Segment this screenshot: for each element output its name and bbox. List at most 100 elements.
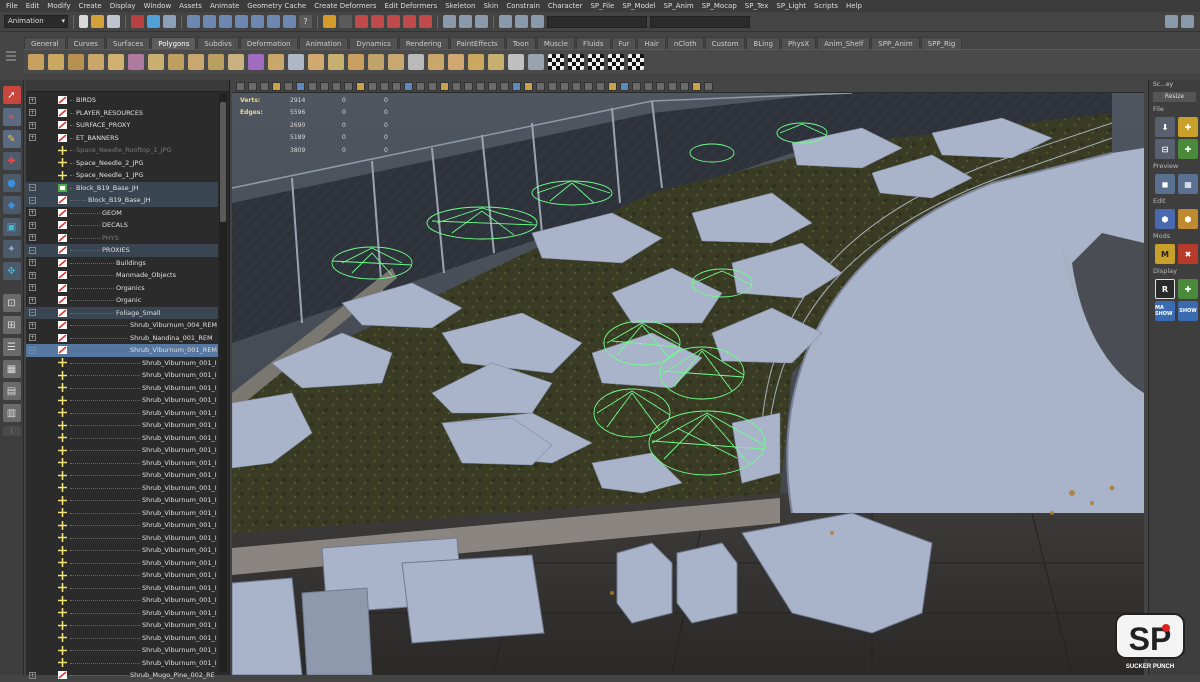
preview-cube-icon[interactable]: ◼ <box>1155 174 1175 194</box>
shelf-tool-icon[interactable] <box>288 53 304 70</box>
shelf-tool-icon[interactable] <box>608 53 624 70</box>
expand-toggle[interactable]: + <box>29 109 36 117</box>
expand-toggle[interactable] <box>29 509 36 516</box>
render-icon[interactable] <box>339 15 352 28</box>
outliner-row[interactable]: − Foliage_Small <box>26 306 218 319</box>
rotate-tool-icon[interactable]: ● <box>2 174 21 192</box>
reference-icon[interactable]: ⊟ <box>1155 139 1175 159</box>
expand-toggle[interactable] <box>29 397 36 404</box>
paint-select-icon[interactable]: ✎ <box>2 130 21 148</box>
shelf-tab[interactable]: Fluids <box>576 37 611 49</box>
shelf-tool-icon[interactable] <box>28 53 44 70</box>
panel-tool-icon[interactable] <box>488 81 497 91</box>
panel-tool-icon[interactable] <box>380 81 389 91</box>
shelf-tab[interactable]: Rendering <box>398 37 449 49</box>
shelf-tool-icon[interactable] <box>528 53 544 70</box>
layout-single-icon[interactable]: ⊡ <box>2 294 21 312</box>
outliner-row[interactable]: Shrub_Viburnum_001_I <box>26 619 218 632</box>
panel-tool-icon[interactable] <box>464 81 473 91</box>
expand-toggle[interactable] <box>29 534 36 541</box>
shelf-tool-icon[interactable] <box>308 53 324 70</box>
shelf-tool-icon[interactable] <box>408 53 424 70</box>
panel-tool-icon[interactable] <box>284 81 293 91</box>
panel-tool-icon[interactable] <box>248 81 257 91</box>
menu-item[interactable]: SP_Tex <box>741 2 773 10</box>
save-scene-icon[interactable] <box>107 15 120 28</box>
menu-item[interactable]: Scripts <box>810 2 842 10</box>
expand-toggle[interactable] <box>29 497 36 504</box>
viewport-3d[interactable]: Verts: 2914 0 0 Edges: 5596 0 0 2690 0 0 5189 0 0 3809… <box>232 93 1144 675</box>
panel-tool-icon[interactable] <box>620 81 629 91</box>
menu-item[interactable]: Create Deformers <box>310 2 380 10</box>
expand-toggle[interactable]: − <box>29 246 36 254</box>
shelf-tool-icon[interactable] <box>48 53 64 70</box>
shelf-tool-icon[interactable] <box>388 53 404 70</box>
shelf-tab[interactable]: Anim_Shelf <box>817 37 871 49</box>
panel-tool-icon[interactable] <box>440 81 449 91</box>
soft-mod-icon[interactable]: ✦ <box>2 240 21 258</box>
edit-sphere-icon[interactable]: ⬢ <box>1155 209 1175 229</box>
shelf-tab[interactable]: Surfaces <box>105 37 151 49</box>
preview-multi-icon[interactable]: ▦ <box>1178 174 1198 194</box>
panel-tool-icon[interactable] <box>344 81 353 91</box>
display-plus-icon[interactable]: ✚ <box>1178 279 1198 299</box>
expand-toggle[interactable] <box>29 434 36 441</box>
panel-tool-icon[interactable] <box>452 81 461 91</box>
panel-tool-icon[interactable] <box>428 81 437 91</box>
menu-item[interactable]: File <box>2 2 22 10</box>
expand-toggle[interactable] <box>29 472 36 479</box>
shelf-tab[interactable]: BLing <box>746 37 780 49</box>
panel-tool-icon[interactable] <box>572 81 581 91</box>
expand-toggle[interactable] <box>29 659 36 666</box>
shelf-grip[interactable] <box>0 36 22 76</box>
new-scene-icon[interactable] <box>79 15 88 28</box>
outliner-row[interactable]: Shrub_Viburnum_001_I <box>26 494 218 507</box>
shelf-tool-icon[interactable] <box>488 53 504 70</box>
shelf-tab[interactable]: Animation <box>298 37 349 49</box>
outliner-row[interactable]: + Shrub_Mugo_Pine_002_RE <box>26 669 218 682</box>
expand-toggle[interactable]: + <box>29 271 36 279</box>
outliner-row[interactable]: Shrub_Viburnum_001_I <box>26 557 218 570</box>
layout-graph-icon[interactable]: ▦ <box>2 360 21 378</box>
outliner-row[interactable]: Space_Needle_Rooftop_1_JPG <box>26 144 218 157</box>
layout-four-icon[interactable]: ⊞ <box>2 316 21 334</box>
menu-item[interactable]: Skin <box>479 2 502 10</box>
menu-item[interactable]: Animate <box>206 2 243 10</box>
outliner-row[interactable]: Shrub_Viburnum_001_I <box>26 432 218 445</box>
panel-tool-icon[interactable] <box>656 81 665 91</box>
menu-item[interactable]: Character <box>544 2 587 10</box>
panel-tool-icon[interactable] <box>524 81 533 91</box>
outliner-row[interactable]: Shrub_Viburnum_001_I <box>26 582 218 595</box>
help-icon[interactable]: ? <box>299 15 312 28</box>
outliner-row[interactable]: + DECALS <box>26 219 218 232</box>
outliner-row[interactable]: Shrub_Viburnum_001_I <box>26 357 218 370</box>
panel-tool-icon[interactable] <box>392 81 401 91</box>
shelf-tab[interactable]: nCloth <box>666 37 704 49</box>
expand-toggle[interactable] <box>29 422 36 429</box>
show-ma-icon[interactable]: MA SHOW <box>1155 301 1175 321</box>
outliner-row[interactable]: Shrub_Viburnum_001_I <box>26 394 218 407</box>
history-icon[interactable] <box>267 15 280 28</box>
expand-toggle[interactable] <box>29 484 36 491</box>
shelf-tab[interactable]: Polygons <box>151 37 197 49</box>
search-icon[interactable] <box>531 15 544 28</box>
panel-tool-icon[interactable] <box>536 81 545 91</box>
outliner-row[interactable]: Shrub_Viburnum_001_I <box>26 657 218 670</box>
outliner-row[interactable]: + Manmade_Objects <box>26 269 218 282</box>
shelf-tool-icon[interactable] <box>148 53 164 70</box>
shelf-tab[interactable]: Dynamics <box>349 37 398 49</box>
menu-item[interactable]: Help <box>842 2 866 10</box>
lock-icon[interactable] <box>323 15 336 28</box>
menu-item[interactable]: Display <box>106 2 140 10</box>
outliner-row[interactable]: Shrub_Viburnum_001_I <box>26 519 218 532</box>
snap-curve-icon[interactable] <box>203 15 216 28</box>
expand-toggle[interactable]: − <box>29 184 36 192</box>
universal-manipulator-icon[interactable]: ▣ <box>2 218 21 236</box>
outliner-row[interactable]: Space_Needle_2_JPG <box>26 157 218 170</box>
outliner-row[interactable]: + GEOM <box>26 207 218 220</box>
expand-toggle[interactable] <box>29 159 36 166</box>
menu-item[interactable]: Constrain <box>502 2 544 10</box>
expand-toggle[interactable]: − <box>29 309 36 317</box>
expand-toggle[interactable] <box>29 609 36 616</box>
panel-tool-icon[interactable] <box>560 81 569 91</box>
